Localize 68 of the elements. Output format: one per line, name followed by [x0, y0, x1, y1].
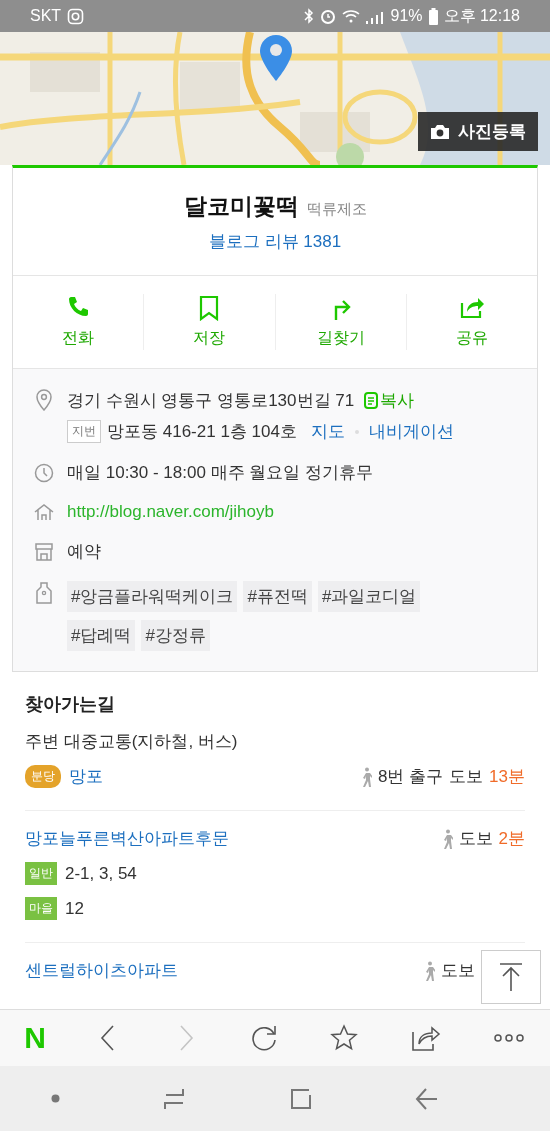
clock-icon	[33, 462, 55, 483]
battery-icon	[428, 7, 438, 25]
store-icon	[33, 541, 55, 562]
hours-text: 매일 10:30 - 18:00 매주 월요일 정기휴무	[67, 462, 374, 484]
station-link[interactable]: 망포	[69, 765, 360, 788]
save-button[interactable]: 저장	[143, 294, 275, 350]
add-photo-button[interactable]: 사진등록	[418, 112, 538, 151]
home-icon	[33, 503, 55, 521]
subway-line-badge: 분당	[25, 765, 61, 788]
clock: 오후 12:18	[443, 5, 520, 26]
share-icon	[411, 1024, 441, 1052]
bus-type-badge: 마을	[25, 897, 57, 920]
section-title: 찾아가는길	[25, 693, 116, 716]
walking-person-icon	[423, 960, 435, 981]
share-button[interactable]: 공유	[405, 294, 537, 350]
share-icon	[458, 295, 485, 319]
alarm-icon	[320, 8, 337, 24]
navigation-link[interactable]: 내비게이션	[368, 420, 454, 443]
address-text: 경기 수원시 영통구 영통로130번길 71	[67, 390, 355, 412]
bus-type-badge: 일반	[25, 862, 57, 885]
exit-text: 8번 출구	[377, 766, 444, 788]
section-subtitle: 주변 대중교통(지하철, 버스)	[25, 731, 239, 753]
bus-numbers: 2-1, 3, 54	[65, 863, 137, 884]
bus-stop-link[interactable]: 센트럴하이츠아파트	[25, 959, 178, 982]
place-category: 떡류제조	[306, 199, 367, 219]
back-arrow-icon[interactable]	[414, 1086, 439, 1111]
phone-icon	[66, 295, 91, 319]
tag-icon	[33, 581, 55, 605]
hashtag[interactable]: #강정류	[141, 620, 210, 651]
location-pin-icon	[259, 34, 293, 82]
copy-button[interactable]: 복사	[360, 389, 415, 412]
dot-icon[interactable]	[51, 1094, 61, 1103]
reload-icon	[249, 1024, 278, 1052]
walk-label: 도보	[441, 960, 475, 982]
battery-percent: 91%	[390, 7, 423, 25]
wifi-icon	[342, 9, 361, 23]
camera-app-icon	[67, 7, 85, 25]
more-button[interactable]	[491, 1031, 526, 1045]
lot-number-tag: 지번	[67, 420, 101, 443]
hashtag[interactable]: #답례떡	[67, 620, 136, 651]
recent-apps-icon[interactable]	[162, 1086, 187, 1111]
walk-minutes: 13분	[489, 766, 525, 788]
location-pin-icon	[33, 389, 55, 411]
hashtag[interactable]: #앙금플라워떡케이크	[67, 581, 238, 612]
bluetooth-icon	[304, 8, 315, 24]
arrow-up-icon	[499, 962, 523, 992]
document-icon	[364, 392, 379, 409]
carrier-name: SKT	[30, 7, 62, 25]
place-name: 달코미꽃떡	[183, 191, 299, 221]
directions-button[interactable]: 길찾기	[274, 294, 406, 350]
map-link[interactable]: 지도	[310, 420, 345, 443]
call-button[interactable]: 전화	[13, 294, 144, 350]
camera-icon	[430, 123, 450, 140]
hashtag[interactable]: #과일코디얼	[317, 581, 421, 612]
booking-link[interactable]: 예약	[67, 540, 101, 563]
walk-label: 도보	[449, 766, 484, 788]
lot-address-text: 망포동 416-21 1층 104호	[107, 421, 297, 443]
homepage-link[interactable]: http://blog.naver.com/jihoyb	[67, 502, 274, 522]
star-icon	[330, 1024, 359, 1052]
scroll-to-top-button[interactable]	[481, 950, 541, 1004]
bus-numbers: 12	[65, 898, 84, 919]
walk-minutes: 2분	[498, 828, 525, 850]
walk-label: 도보	[458, 828, 493, 850]
home-button-icon[interactable]	[288, 1086, 313, 1111]
hashtag[interactable]: #퓨전떡	[243, 581, 312, 612]
more-icon	[493, 1033, 524, 1043]
blog-review-link[interactable]: 블로그 리뷰 1381	[208, 229, 342, 253]
bus-stop-link[interactable]: 망포늘푸른벽산아파트후문	[25, 827, 229, 850]
